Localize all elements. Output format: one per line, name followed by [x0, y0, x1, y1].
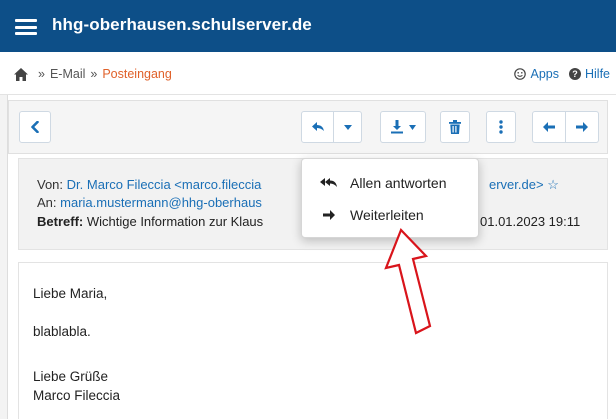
- next-message-button[interactable]: [566, 111, 599, 143]
- to-line: An: maria.mustermann@hhg-oberhaus: [37, 195, 262, 210]
- caret-down-icon: [409, 124, 416, 130]
- subject-line: Betreff: Wichtige Information zur Klaus: [37, 214, 263, 229]
- menu-icon[interactable]: [15, 19, 37, 35]
- svg-text:?: ?: [572, 69, 578, 79]
- more-vertical-icon: [499, 120, 503, 134]
- body-line: blablabla.: [33, 324, 91, 339]
- sender-link-tail[interactable]: erver.de>: [489, 177, 544, 192]
- menu-item-label: Allen antworten: [350, 175, 447, 191]
- delete-button[interactable]: [440, 111, 470, 143]
- app-header: hhg-oberhausen.schulserver.de: [0, 0, 616, 52]
- arrow-left-icon: [543, 122, 555, 132]
- menu-item-label: Weiterleiten: [350, 207, 424, 223]
- menu-item-reply-all[interactable]: Allen antworten: [302, 167, 480, 199]
- back-button[interactable]: [19, 111, 51, 143]
- breadcrumb-inbox[interactable]: Posteingang: [102, 67, 172, 81]
- caret-down-icon: [343, 124, 352, 130]
- reply-dropdown-menu: Allen antworten Weiterleiten: [301, 158, 479, 238]
- smiley-icon: [514, 68, 527, 80]
- to-label: An:: [37, 195, 57, 210]
- recipient-link[interactable]: maria.mustermann@hhg-oberhaus: [60, 195, 262, 210]
- from-line: Von: Dr. Marco Fileccia <marco.fileccia: [37, 177, 261, 192]
- chevron-left-icon: [31, 121, 39, 133]
- reply-button[interactable]: [301, 111, 334, 143]
- message-body: Liebe Maria, blablabla. Liebe Grüße Marc…: [18, 262, 608, 419]
- apps-link[interactable]: Apps: [514, 67, 559, 81]
- help-link[interactable]: ? Hilfe: [568, 67, 610, 81]
- breadcrumb: » E-Mail » Posteingang: [14, 67, 172, 81]
- top-links: Apps ? Hilfe: [514, 67, 610, 81]
- breadcrumb-bar: » E-Mail » Posteingang Apps ? Hilfe: [0, 52, 616, 95]
- sender-link[interactable]: Dr. Marco Fileccia <marco.fileccia: [67, 177, 262, 192]
- apps-label: Apps: [530, 67, 559, 81]
- trash-icon: [449, 120, 461, 134]
- previous-message-button[interactable]: [532, 111, 566, 143]
- left-gutter: [0, 95, 8, 419]
- subject-value: Wichtige Information zur Klaus: [86, 214, 264, 229]
- subject-label: Betreff:: [37, 214, 84, 229]
- app-title[interactable]: hhg-oberhausen.schulserver.de: [52, 15, 312, 35]
- breadcrumb-email[interactable]: E-Mail: [50, 67, 85, 81]
- from-line-tail: erver.de> ☆: [489, 177, 559, 193]
- download-icon: [391, 120, 403, 134]
- star-icon[interactable]: ☆: [547, 177, 559, 192]
- arrow-right-icon: [323, 210, 335, 220]
- home-icon[interactable]: [14, 67, 28, 81]
- download-button[interactable]: [380, 111, 426, 143]
- body-line: Marco Fileccia: [33, 388, 121, 403]
- question-icon: ?: [568, 68, 581, 80]
- more-button[interactable]: [486, 111, 516, 143]
- reply-dropdown-toggle[interactable]: [334, 111, 362, 143]
- body-line: Liebe Grüße: [33, 369, 109, 384]
- menu-item-forward[interactable]: Weiterleiten: [302, 199, 480, 231]
- message-toolbar: [8, 100, 608, 154]
- reply-icon: [311, 122, 324, 131]
- body-line: Liebe Maria,: [33, 286, 108, 301]
- breadcrumb-separator: »: [90, 67, 98, 81]
- message-date: 01.01.2023 19:11: [480, 214, 581, 229]
- breadcrumb-separator: »: [38, 67, 45, 81]
- arrow-right-icon: [576, 122, 588, 132]
- from-label: Von:: [37, 177, 64, 192]
- help-label: Hilfe: [584, 67, 610, 81]
- reply-all-icon: [320, 178, 337, 187]
